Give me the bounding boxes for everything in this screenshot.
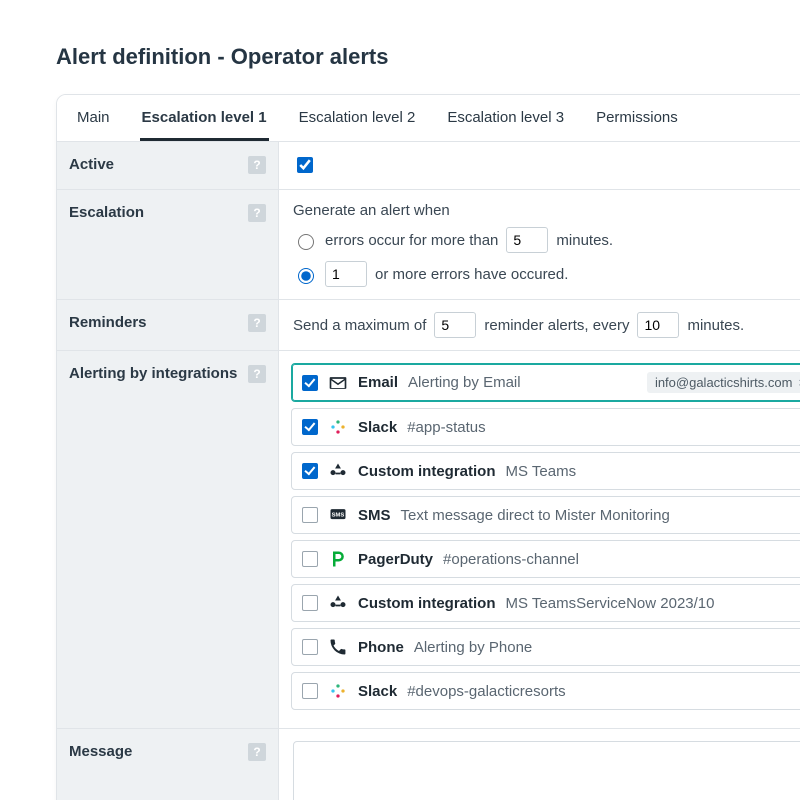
row-escalation: Escalation ? Generate an alert when erro… [57,190,800,300]
recipient-chip[interactable]: info@galacticshirts.com× [647,372,800,393]
row-reminders: Reminders ? Send a maximum of reminder a… [57,300,800,351]
tab-escalation-level-3[interactable]: Escalation level 3 [445,95,566,141]
escalation-opt2-value[interactable] [325,261,367,287]
help-icon[interactable]: ? [248,365,266,383]
help-icon[interactable]: ? [248,314,266,332]
integration-desc: MS TeamsServiceNow 2023/10 [506,595,715,612]
reminders-after: minutes. [687,317,744,334]
integration-desc: #operations-channel [443,551,579,568]
row-integrations: Alerting by integrations ? Email Alerting… [57,351,800,729]
integration-name: Email [358,374,398,391]
integration-name: Slack [358,683,397,700]
row-active: Active ? [57,142,800,190]
pagerduty-icon [328,549,348,569]
integration-checkbox[interactable] [302,419,318,435]
custom-icon [328,461,348,481]
integration-item[interactable]: Slack #devops-galacticresorts [291,672,800,710]
form-card: Main Escalation level 1 Escalation level 2… [56,94,800,800]
escalation-option-1-radio[interactable] [298,234,314,250]
label-reminders: Reminders [69,314,147,331]
integration-item[interactable]: Custom integration MS Teams [291,452,800,490]
page-title: Alert definition - Operator alerts [56,44,800,70]
tab-main[interactable]: Main [75,95,112,141]
escalation-intro: Generate an alert when [293,202,450,219]
active-checkbox[interactable] [297,157,313,173]
integration-item[interactable]: Custom integration MS TeamsServiceNow 202… [291,584,800,622]
integration-desc: #app-status [407,419,485,436]
integration-checkbox[interactable] [302,595,318,611]
integration-checkbox[interactable] [302,551,318,567]
svg-text:SMS: SMS [332,512,345,518]
label-active: Active [69,156,114,173]
integrations-list: Email Alerting by Email info@galacticshirt… [279,351,800,728]
slack-icon [328,681,348,701]
escalation-opt1-value[interactable] [506,227,548,253]
escalation-opt2-after: or more errors have occured. [375,266,568,283]
custom-icon [328,593,348,613]
reminders-before: Send a maximum of [293,317,426,334]
integration-name: SMS [358,507,391,524]
escalation-option-2-radio[interactable] [298,268,314,284]
help-icon[interactable]: ? [248,156,266,174]
integration-name: PagerDuty [358,551,433,568]
reminders-mid: reminder alerts, every [484,317,629,334]
tabs: Main Escalation level 1 Escalation level 2… [57,95,800,142]
tab-permissions[interactable]: Permissions [594,95,680,141]
phone-icon [328,637,348,657]
label-message: Message [69,743,132,760]
sms-icon: SMS [328,505,348,525]
integration-checkbox[interactable] [302,683,318,699]
integration-name: Slack [358,419,397,436]
integration-checkbox[interactable] [302,375,318,391]
email-icon [328,373,348,393]
reminders-count[interactable] [434,312,476,338]
escalation-opt1-before: errors occur for more than [325,232,498,249]
integration-item[interactable]: Slack #app-status [291,408,800,446]
row-message: Message ? [57,729,800,800]
tab-escalation-level-2[interactable]: Escalation level 2 [297,95,418,141]
label-escalation: Escalation [69,204,144,221]
integration-name: Custom integration [358,463,496,480]
label-integrations: Alerting by integrations [69,365,237,382]
recipient-chip-text: info@galacticshirts.com [655,375,792,390]
help-icon[interactable]: ? [248,743,266,761]
tab-escalation-level-1[interactable]: Escalation level 1 [140,95,269,141]
escalation-opt1-after: minutes. [556,232,613,249]
slack-icon [328,417,348,437]
integration-desc: Text message direct to Mister Monitoring [401,507,670,524]
integration-item[interactable]: Email Alerting by Email info@galacticshirt… [291,363,800,402]
integration-item[interactable]: PagerDuty #operations-channel [291,540,800,578]
integration-checkbox[interactable] [302,507,318,523]
help-icon[interactable]: ? [248,204,266,222]
integration-desc: Alerting by Email [408,374,521,391]
integration-item[interactable]: SMS SMS Text message direct to Mister Moni… [291,496,800,534]
reminders-interval[interactable] [637,312,679,338]
integration-desc: MS Teams [506,463,577,480]
integration-checkbox[interactable] [302,639,318,655]
integration-desc: Alerting by Phone [414,639,532,656]
integration-name: Phone [358,639,404,656]
integration-item[interactable]: Phone Alerting by Phone [291,628,800,666]
integration-desc: #devops-galacticresorts [407,683,565,700]
message-textarea[interactable] [293,741,800,800]
integration-checkbox[interactable] [302,463,318,479]
integration-name: Custom integration [358,595,496,612]
